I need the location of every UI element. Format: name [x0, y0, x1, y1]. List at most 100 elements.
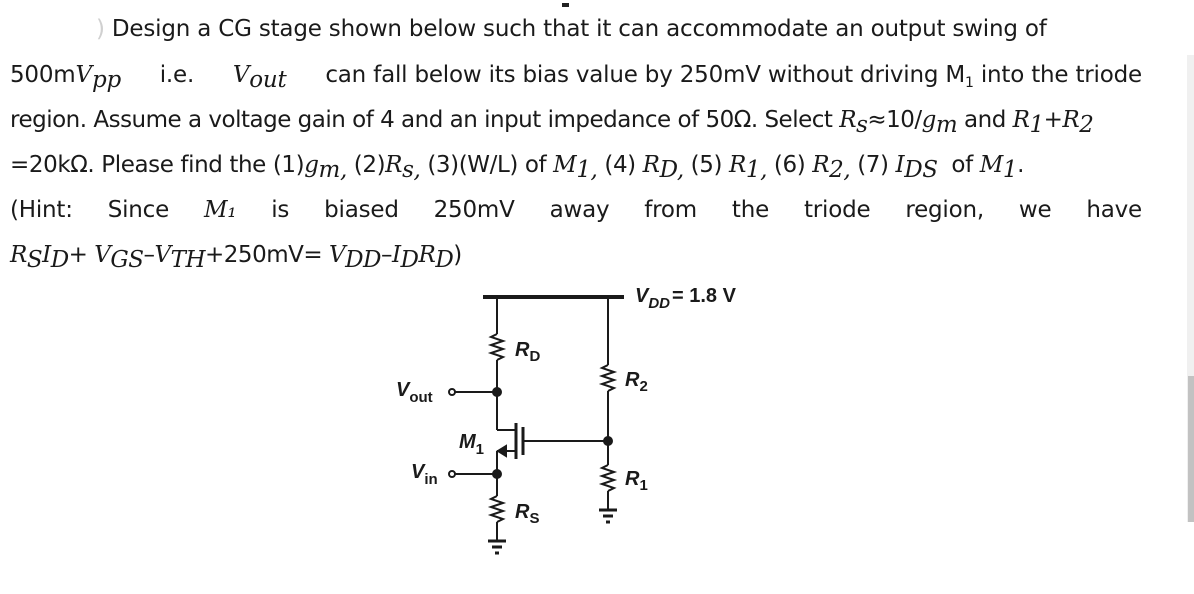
r2-r: R — [625, 369, 640, 391]
problem-text: Design a CG stage shown below such that … — [111, 16, 1047, 42]
var-sub: DD — [345, 247, 381, 273]
vdd-sub: DD — [648, 295, 670, 312]
var-i: I — [895, 152, 905, 178]
r2-resistor — [598, 364, 618, 392]
var-r: R — [728, 152, 746, 178]
rs-resistor — [487, 495, 507, 523]
var-m: M — [979, 152, 1004, 178]
text: and — [957, 107, 1013, 133]
rd-r: R — [515, 339, 530, 361]
var-v: V — [328, 242, 346, 268]
m1-sub: 1 — [476, 441, 484, 458]
text: 500m — [10, 62, 76, 88]
var-r: R — [839, 107, 857, 133]
vdd-value: = 1.8 V — [672, 285, 737, 307]
var-v: V — [75, 62, 93, 88]
var-sub: 1, — [576, 157, 598, 183]
var-i: I — [391, 242, 401, 268]
var-m: M — [553, 152, 577, 178]
var-sub: out — [249, 67, 287, 93]
vin-terminal — [448, 470, 456, 478]
text: (2) — [346, 152, 386, 178]
var-v: V — [154, 242, 172, 268]
rs-label: RS — [515, 501, 539, 527]
rd-resistor — [487, 333, 507, 361]
var-r: R — [1062, 107, 1080, 133]
vdd-label: VDD = 1.8 V — [635, 285, 737, 312]
text: . — [1017, 152, 1025, 178]
vout-sub: out — [409, 389, 432, 406]
text: region. Assume a voltage gain of 4 and a… — [10, 107, 840, 133]
r1-r: R — [625, 468, 640, 490]
hint-word: we — [1018, 197, 1052, 223]
node-dot — [492, 469, 502, 479]
var-sub: pp — [91, 67, 121, 93]
problem-line-3: region. Assume a voltage gain of 4 and a… — [10, 105, 1142, 138]
hint-equation: RSID+ VGS–VTH+250mV= VDD–IDRD) — [10, 240, 1142, 273]
var-sub: D, — [659, 157, 685, 183]
text: =20kΩ. Please find the (1) — [10, 152, 305, 178]
scrollbar-thumb[interactable] — [1188, 376, 1194, 522]
hint-word: triode — [803, 197, 871, 223]
r1-resistor — [598, 464, 618, 492]
text: (5) — [683, 152, 729, 178]
line2-rest: can fall below its bias value by 250mV w… — [325, 62, 1142, 91]
hint-word: is — [271, 197, 290, 223]
text: (7) — [850, 152, 896, 178]
ie: i.e. — [159, 62, 195, 88]
hint-word: biased — [324, 197, 399, 223]
var-r: R — [385, 152, 403, 178]
hint-word: (Hint: — [10, 197, 73, 223]
r1-label: R1 — [625, 468, 648, 494]
var-i: I — [42, 242, 51, 268]
var-v: V — [232, 62, 250, 88]
var-v: V — [94, 242, 111, 268]
var-r: R — [812, 152, 830, 178]
text: (4) — [597, 152, 643, 178]
r1-sub: 1 — [639, 477, 647, 494]
text: + — [1043, 107, 1063, 133]
var-sub: s, — [402, 157, 421, 183]
top-dash-mark — [562, 3, 569, 7]
var-sub: TH — [170, 247, 206, 273]
var-sub: DS — [904, 157, 938, 183]
rd-label: RD — [515, 339, 540, 365]
text: + — [68, 242, 95, 268]
source-arrow — [496, 444, 507, 458]
var-sub: 1 — [1002, 157, 1018, 183]
vin-label: Vin — [411, 461, 438, 488]
var-sub: m, — [318, 157, 348, 183]
text: – — [143, 242, 156, 268]
problem-line-1: ) Design a CG stage shown below such tha… — [96, 14, 1142, 44]
node-dot — [603, 436, 613, 446]
var-sub: 1 — [1029, 112, 1044, 138]
vout-var: Vout — [232, 60, 287, 93]
hint-word: Since — [107, 197, 170, 223]
text: – — [380, 242, 393, 268]
var-g: g — [921, 107, 937, 133]
var-sub: 1, — [745, 157, 768, 183]
problem-line-4: =20kΩ. Please find the (1)gm, (2)Rs, (3)… — [10, 150, 1142, 183]
var-sub: D — [50, 247, 69, 273]
hint-word: 250mV — [433, 197, 515, 223]
m1-m: M — [459, 431, 477, 453]
hint-word: the — [731, 197, 770, 223]
hint-word: M₁ — [203, 197, 237, 223]
problem-marker: ) — [96, 16, 105, 42]
hint-word: region, — [905, 197, 984, 223]
m1-label: M1 — [459, 431, 484, 458]
text: ≈10/ — [867, 107, 922, 133]
cg-stage-schematic: VDD = 1.8 V RD R2 R1 RS M1 Vout Vin — [396, 285, 737, 555]
text: of — [937, 152, 980, 178]
hint-word: from — [644, 197, 697, 223]
rs-sub: S — [529, 510, 539, 527]
r2-label: R2 — [625, 369, 648, 395]
text: (6) — [767, 152, 813, 178]
var-sub: s — [856, 112, 868, 138]
hint-word: away — [549, 197, 610, 223]
var-sub: D — [435, 247, 454, 273]
text: ) — [453, 242, 462, 268]
hint-line: (Hint: Since M₁ is biased 250mV away fro… — [10, 195, 1142, 225]
var-sub: m — [935, 112, 958, 138]
m-sub: 1 — [965, 75, 974, 91]
